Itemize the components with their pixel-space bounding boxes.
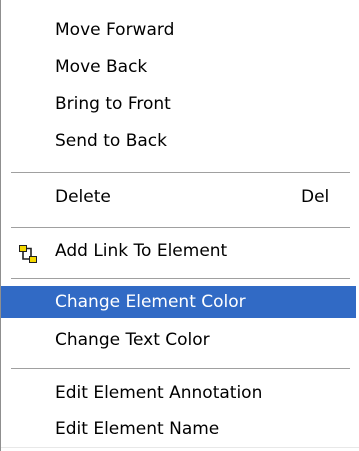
menu-separator xyxy=(11,368,350,370)
menu-item-edit-annotation[interactable]: Edit Element Annotation xyxy=(1,377,356,409)
link-elements-icon xyxy=(19,242,37,263)
menu-item-label: Change Text Color xyxy=(55,330,210,350)
menu-separator xyxy=(11,227,350,229)
menu-item-label: Edit Element Name xyxy=(55,419,220,439)
menu-item-label: Send to Back xyxy=(55,131,167,151)
menu-separator xyxy=(11,278,350,280)
menu-item-label: Move Back xyxy=(55,57,148,77)
menu-item-add-link[interactable]: Add Link To Element xyxy=(1,235,356,267)
menu-item-label: Edit Element Annotation xyxy=(55,383,263,403)
menu-item-label: Change Element Color xyxy=(55,292,246,312)
shortcut-label: Del xyxy=(301,187,330,207)
menu-item-change-element-color[interactable]: Change Element Color xyxy=(1,286,356,318)
menu-item-delete[interactable]: Delete Del xyxy=(1,181,356,213)
menu-item-label: Move Forward xyxy=(55,20,175,40)
menu-item-edit-name[interactable]: Edit Element Name xyxy=(1,413,356,445)
menu-item-label: Delete xyxy=(55,187,111,207)
menu-separator xyxy=(11,172,350,174)
menu-item-send-to-back[interactable]: Send to Back xyxy=(1,125,356,157)
menu-item-change-text-color[interactable]: Change Text Color xyxy=(1,324,356,356)
menu-item-move-forward[interactable]: Move Forward xyxy=(1,14,356,46)
menu-item-label: Add Link To Element xyxy=(55,241,228,261)
menu-item-label: Bring to Front xyxy=(55,94,171,114)
menu-item-bring-to-front[interactable]: Bring to Front xyxy=(1,88,356,120)
context-menu: Move Forward Move Back Bring to Front Se… xyxy=(0,0,359,451)
menu-item-move-back[interactable]: Move Back xyxy=(1,51,356,83)
menu-bottom-edge xyxy=(1,447,359,448)
